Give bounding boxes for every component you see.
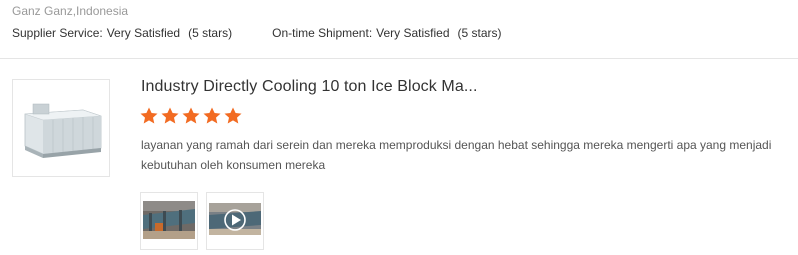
video-play-thumbnail	[207, 193, 263, 249]
rating-value: Very Satisfied	[106, 26, 181, 40]
product-rating-stars	[139, 106, 244, 126]
ontime-shipment-rating: On-time Shipment: Very Satisfied (5 star…	[272, 26, 501, 40]
rating-value: Very Satisfied	[376, 26, 450, 40]
product-thumbnail[interactable]	[12, 79, 110, 177]
star-icon	[224, 107, 242, 124]
factory-photo-image	[141, 193, 197, 249]
rating-stars-text: (5 stars)	[457, 26, 502, 40]
rating-stars-text: (5 stars)	[188, 26, 233, 40]
star-icon	[203, 107, 221, 124]
star-icon	[182, 107, 200, 124]
star-icon	[161, 107, 179, 124]
ratings-row: Supplier Service: Very Satisfied (5 star…	[12, 26, 502, 40]
star-icon	[140, 107, 158, 124]
attachment-video[interactable]	[206, 192, 264, 250]
rating-label: On-time Shipment:	[272, 26, 373, 40]
product-title-link[interactable]: Industry Directly Cooling 10 ton Ice Blo…	[141, 78, 478, 96]
rating-label: Supplier Service:	[12, 26, 103, 40]
attachment-photo[interactable]	[140, 192, 198, 250]
ice-block-machine-image	[13, 80, 109, 176]
divider	[0, 58, 798, 59]
reviewer-location: Ganz Ganz,Indonesia	[12, 4, 129, 18]
supplier-service-rating: Supplier Service: Very Satisfied (5 star…	[12, 26, 232, 40]
review-text: layanan yang ramah dari serein dan merek…	[141, 138, 772, 172]
